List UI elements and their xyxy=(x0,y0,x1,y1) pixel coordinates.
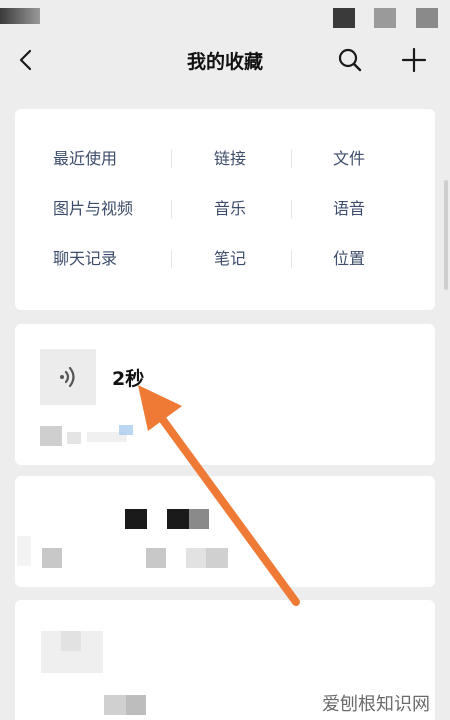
search-button[interactable] xyxy=(332,42,368,78)
divider xyxy=(171,200,172,218)
watermark: 爱刨根知识网 xyxy=(318,688,434,718)
category-voice[interactable]: 语音 xyxy=(333,184,365,234)
category-files[interactable]: 文件 xyxy=(333,134,365,184)
source-name-blur xyxy=(67,432,81,444)
divider xyxy=(291,200,292,218)
add-button[interactable] xyxy=(396,42,432,78)
wifi-icon xyxy=(374,8,396,28)
category-row-1: 最近使用 链接 文件 xyxy=(15,134,435,184)
source-avatar-blur xyxy=(42,548,62,568)
divider xyxy=(291,250,292,268)
nav-header: 我的收藏 xyxy=(0,34,450,88)
favorite-item[interactable] xyxy=(15,476,435,587)
category-card: 最近使用 链接 文件 图片与视频 音乐 语音 聊天记录 笔记 位置 xyxy=(15,109,435,310)
divider xyxy=(171,150,172,168)
category-row-3: 聊天记录 笔记 位置 xyxy=(15,234,435,284)
search-icon xyxy=(338,48,362,72)
thumbnail-blur xyxy=(61,631,81,651)
source-avatar-blur xyxy=(40,426,62,446)
source-name-blur xyxy=(104,695,126,715)
content-blur xyxy=(17,536,31,566)
signal-icon xyxy=(333,8,355,28)
source-name-blur xyxy=(119,425,133,435)
divider xyxy=(171,250,172,268)
source-name-blur xyxy=(126,695,146,715)
category-row-2: 图片与视频 音乐 语音 xyxy=(15,184,435,234)
content-blur xyxy=(167,509,189,529)
divider xyxy=(291,150,292,168)
voice-duration: 2秒 xyxy=(112,368,145,390)
category-links[interactable]: 链接 xyxy=(214,134,246,184)
category-music[interactable]: 音乐 xyxy=(214,184,246,234)
category-location[interactable]: 位置 xyxy=(333,234,365,284)
status-bar xyxy=(0,0,450,34)
voice-icon xyxy=(60,366,75,388)
content-blur xyxy=(125,509,147,529)
category-notes[interactable]: 笔记 xyxy=(214,234,246,284)
category-chat-history[interactable]: 聊天记录 xyxy=(53,234,117,284)
scrollbar[interactable] xyxy=(444,180,448,290)
page-title: 我的收藏 xyxy=(186,51,263,73)
source-name-blur xyxy=(186,548,206,568)
voice-thumbnail xyxy=(40,349,96,405)
category-images-videos[interactable]: 图片与视频 xyxy=(53,184,133,234)
source-name-blur xyxy=(146,548,166,568)
plus-icon xyxy=(401,47,427,73)
battery-icon xyxy=(416,8,438,28)
source-name-blur xyxy=(206,548,228,568)
category-recent[interactable]: 最近使用 xyxy=(53,134,117,184)
content-blur xyxy=(189,509,209,529)
status-bar-left-blur xyxy=(0,8,40,24)
favorite-item-voice[interactable]: 2秒 xyxy=(15,324,435,465)
